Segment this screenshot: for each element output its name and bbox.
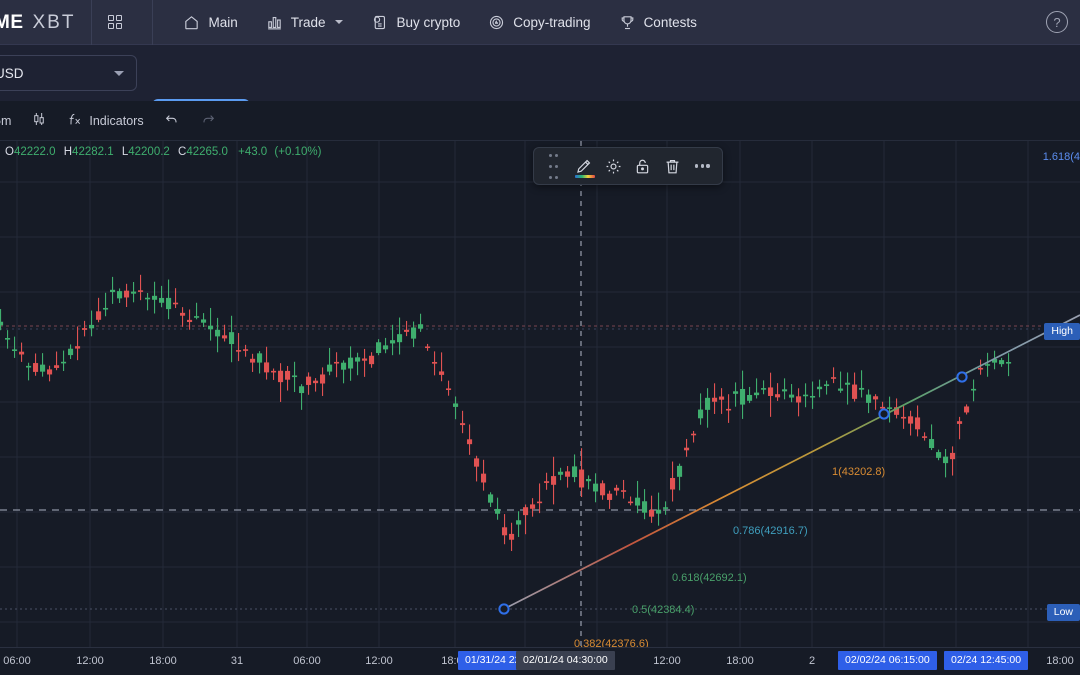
nav-item-main-label: Main	[208, 14, 238, 30]
undo-icon	[164, 111, 180, 130]
ohlc-o-key: O	[5, 146, 14, 158]
interval-label: 5m	[0, 113, 12, 128]
chart-type-button[interactable]	[21, 101, 57, 141]
fx-icon	[67, 111, 83, 130]
top-navigation-bar: ME XBT Main Trade Buy crypto Copy-tradin…	[0, 0, 1080, 45]
chart-toolbar: 5m Indicators	[0, 101, 1080, 141]
nav-item-main[interactable]: Main	[169, 0, 251, 45]
chevron-down-icon	[335, 20, 344, 24]
indicators-button[interactable]: Indicators	[57, 101, 153, 141]
time-tick: 31	[230, 655, 244, 667]
nav-item-copy-trading-label: Copy-trading	[513, 14, 591, 30]
time-tick: 18:00	[1046, 655, 1074, 667]
fibonacci-level-label: 0.618(42692.1)	[672, 572, 747, 584]
unlock-icon[interactable]	[629, 151, 657, 181]
ohlc-change: +43.0	[238, 146, 268, 158]
brand-sub-text: XBT	[32, 11, 76, 33]
copy-trading-icon	[488, 14, 505, 31]
buy-crypto-icon	[371, 14, 388, 31]
ohlc-change-percent: (+0.10%)	[274, 146, 322, 158]
help-label: ?	[1053, 14, 1061, 30]
chart-canvas[interactable]: O42222.0 H42282.1 L42200.2 C42265.0 +43.…	[0, 141, 1080, 647]
time-axis-badge: 02/01/24 04:30:00	[516, 651, 615, 670]
symbol-select[interactable]: USD	[0, 55, 137, 91]
undo-button[interactable]	[154, 101, 190, 141]
time-tick: 18:00	[726, 655, 754, 667]
nav-item-contests[interactable]: Contests	[605, 0, 711, 45]
time-axis-badge: 02/02/24 06:15:00	[838, 651, 937, 670]
redo-icon	[200, 111, 216, 130]
time-tick: 12:00	[365, 655, 393, 667]
more-horizontal-icon[interactable]	[688, 151, 716, 181]
ohlc-c-value: 42265.0	[186, 146, 228, 158]
interval-selector[interactable]: 5m	[0, 101, 21, 141]
fib-1618-label: 1.618(4	[1042, 151, 1080, 163]
color-swatch[interactable]	[574, 174, 595, 178]
nav-divider	[91, 0, 93, 45]
fibonacci-level-label: 0.382(42376.6)	[574, 638, 649, 647]
time-tick: 12:00	[76, 655, 104, 667]
pencil-icon[interactable]	[570, 151, 598, 181]
gear-icon[interactable]	[599, 151, 627, 181]
chevron-down-icon	[114, 71, 124, 76]
ohlc-o-value: 42222.0	[13, 146, 56, 158]
sub-toolbar: USD Trade Now Charts by Tradingview. The…	[0, 45, 1080, 131]
trash-icon[interactable]	[659, 151, 687, 181]
nav-item-copy-trading[interactable]: Copy-trading	[474, 0, 604, 45]
time-tick: 18:00	[149, 655, 177, 667]
nav-item-contests-label: Contests	[643, 14, 697, 30]
fibonacci-level-label: 0.5(42384.4)	[632, 604, 695, 616]
trading-chart-app: ME XBT Main Trade Buy crypto Copy-tradin…	[0, 0, 1080, 675]
symbol-select-value: USD	[0, 65, 24, 81]
nav-item-buy-crypto[interactable]: Buy crypto	[357, 0, 474, 45]
bars-icon	[266, 14, 283, 31]
home-icon	[183, 14, 200, 31]
nav-item-trade-label: Trade	[290, 14, 326, 30]
nav-divider-2	[152, 0, 154, 45]
time-tick: 12:00	[653, 655, 681, 667]
brand-logo[interactable]: ME XBT	[0, 0, 75, 45]
time-tick: 06:00	[3, 655, 31, 667]
chart-graphics	[0, 141, 1080, 647]
drawing-toolbar[interactable]	[533, 147, 723, 185]
time-tick: 06:00	[293, 655, 321, 667]
high-price-badge: High	[1044, 323, 1080, 340]
time-axis-badge: 02/24 12:45:00	[944, 651, 1029, 670]
ohlc-h-key: H	[63, 146, 73, 158]
brand-mark-text: ME	[0, 11, 24, 33]
nav-item-trade[interactable]: Trade	[252, 0, 358, 45]
ohlc-l-value: 42200.2	[128, 146, 170, 158]
fibonacci-level-label: 0.786(42916.7)	[733, 525, 808, 537]
ohlc-legend: O42222.0 H42282.1 L42200.2 C42265.0 +43.…	[0, 146, 321, 158]
time-tick: 2	[808, 655, 816, 667]
indicators-label: Indicators	[89, 113, 144, 128]
drag-handle-icon[interactable]	[540, 151, 568, 181]
help-circle-icon[interactable]: ?	[1046, 11, 1068, 33]
nav-item-buy-crypto-label: Buy crypto	[396, 14, 461, 30]
ohlc-h-value: 42282.1	[72, 146, 114, 158]
trophy-icon	[619, 14, 636, 31]
time-axis[interactable]: 06:00 12:00 18:00 31 06:00 12:00 18:00 12:00 18:…	[0, 647, 1080, 675]
fibonacci-level-label: 1(43202.8)	[832, 466, 886, 478]
redo-button[interactable]	[190, 101, 226, 141]
low-price-badge: Low	[1046, 604, 1080, 621]
candlestick-icon	[31, 111, 47, 130]
apps-grid-icon[interactable]	[108, 15, 123, 29]
